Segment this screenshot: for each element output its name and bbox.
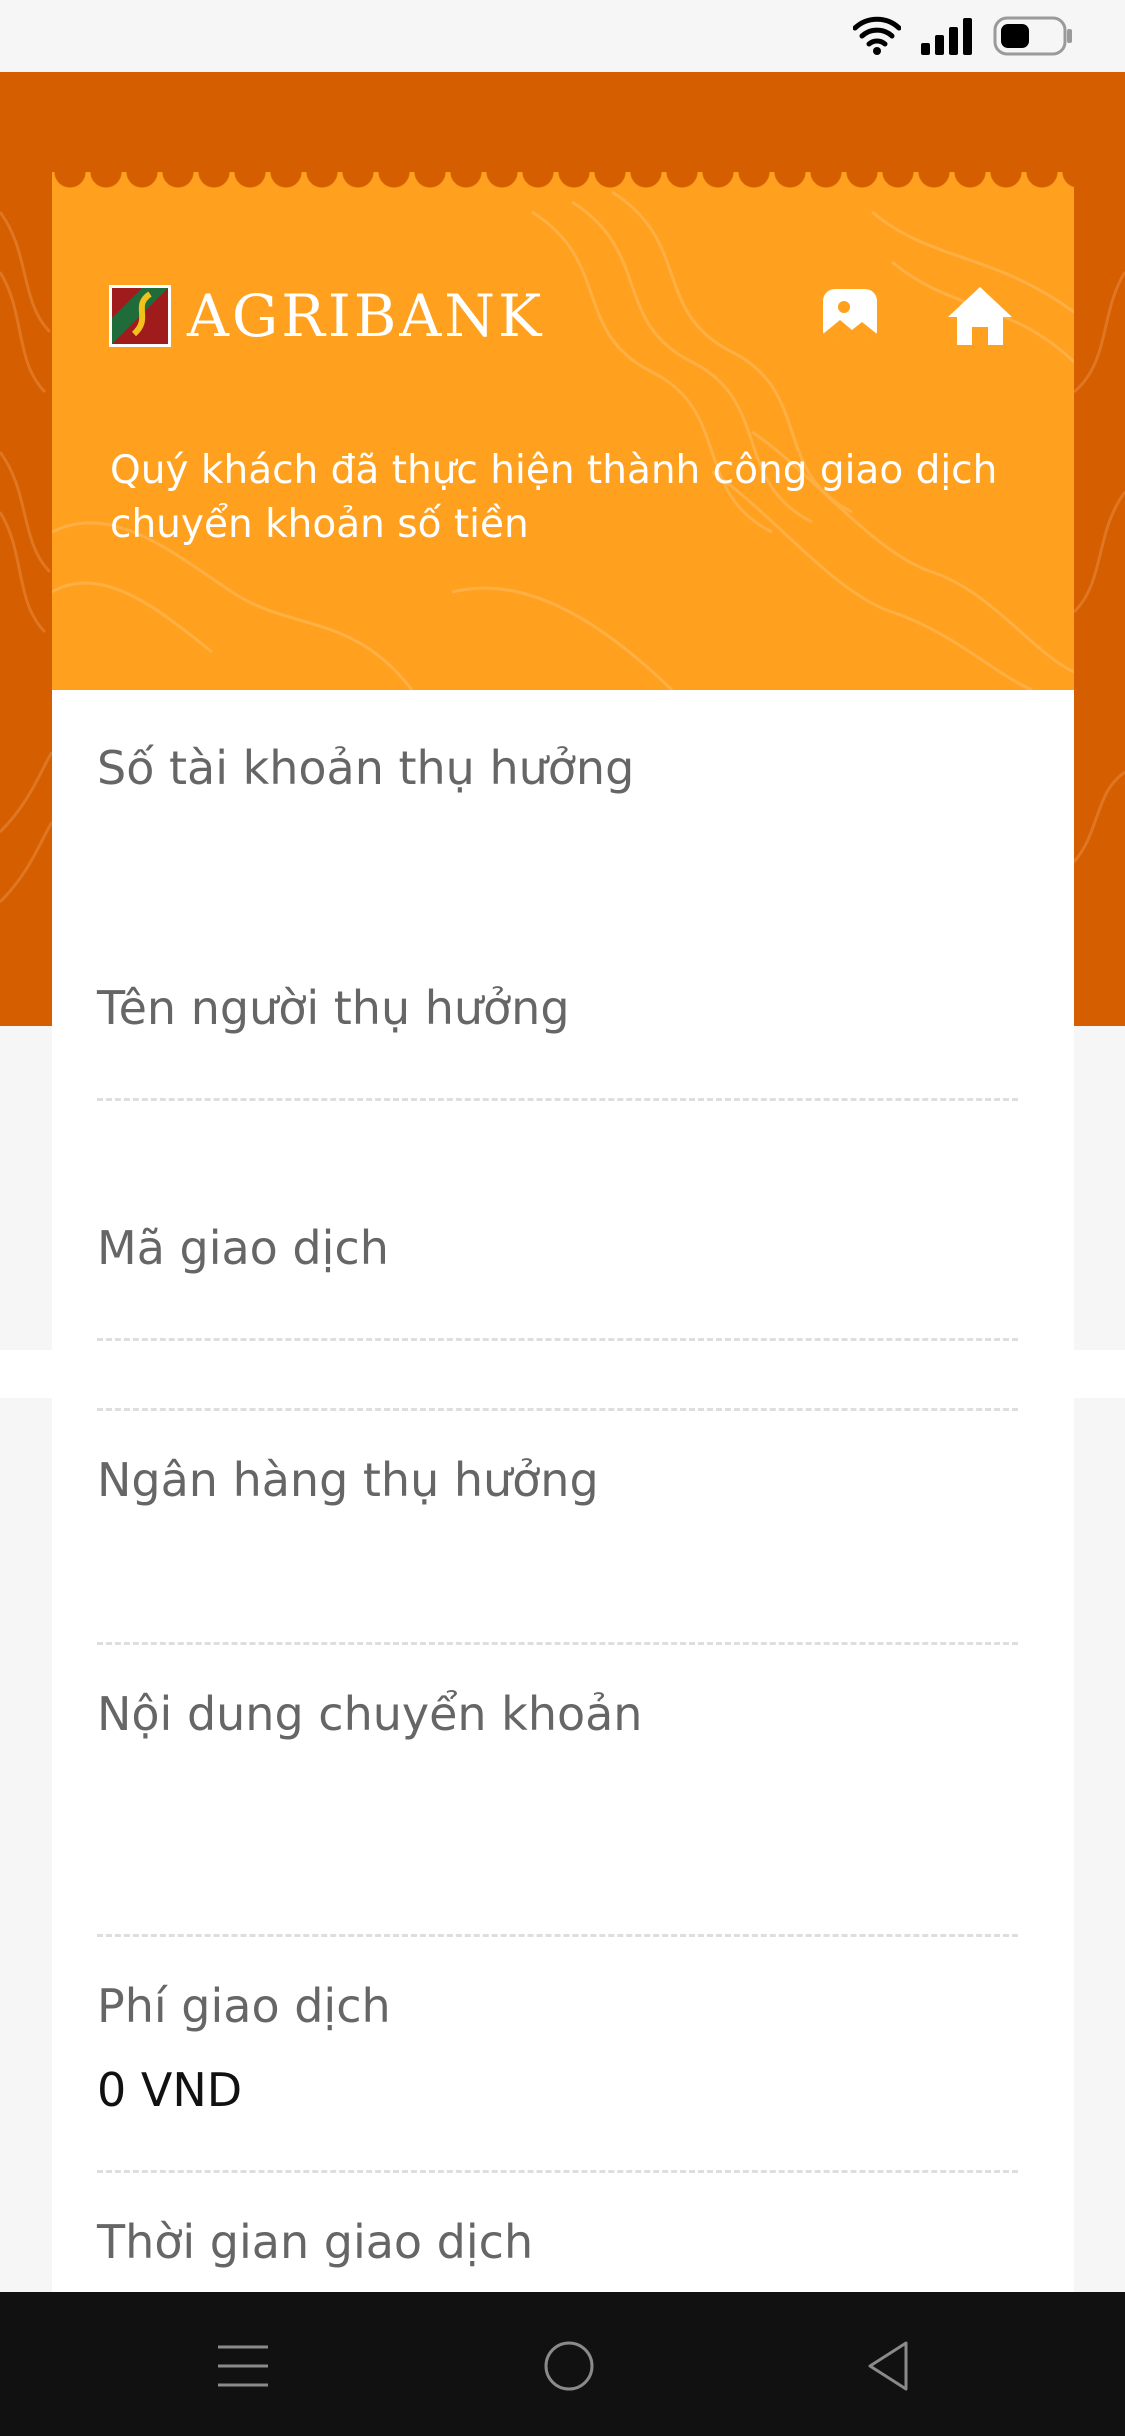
detail-transfer-content: Nội dung chuyển khoản	[97, 1684, 1018, 1766]
save-image-icon[interactable]	[820, 286, 880, 350]
detail-label: Ngân hàng thụ hưởng	[97, 1453, 599, 1507]
header-actions	[820, 285, 1014, 351]
status-icons	[852, 14, 1073, 62]
home-icon[interactable]	[946, 285, 1014, 351]
agribank-logo: AGRIBANK	[109, 285, 544, 347]
detail-value: 0 VND	[97, 2063, 243, 2117]
detail-beneficiary-name: Tên người thụ hưởng	[97, 978, 1018, 1060]
home-circle-icon[interactable]	[539, 2336, 599, 2396]
dashed-divider	[97, 1934, 1018, 1937]
detail-label: Tên người thụ hưởng	[97, 981, 570, 1035]
wifi-icon	[852, 16, 902, 60]
detail-transaction-id: Mã giao dịch	[97, 1218, 1018, 1300]
detail-label: Phí giao dịch	[97, 1979, 391, 2033]
agribank-logo-mark-icon	[109, 285, 171, 347]
dashed-divider	[97, 1408, 1018, 1411]
dashed-divider	[97, 1642, 1018, 1645]
detail-label: Số tài khoản thụ hưởng	[97, 741, 635, 795]
dashed-divider	[97, 2170, 1018, 2173]
detail-beneficiary-bank: Ngân hàng thụ hưởng	[97, 1450, 1018, 1532]
receipt-header: AGRIBANK Quý khách đã thực hiện thành cô…	[52, 172, 1074, 690]
dashed-divider	[97, 1338, 1018, 1341]
detail-label: Thời gian giao dịch	[97, 2215, 534, 2269]
system-navigation-bar	[0, 2292, 1125, 2436]
success-message: Quý khách đã thực hiện thành công giao d…	[110, 448, 998, 547]
transaction-receipt-card: AGRIBANK Quý khách đã thực hiện thành cô…	[52, 172, 1074, 2292]
receipt-scallop-edge	[52, 172, 1074, 194]
status-bar	[0, 0, 1125, 72]
menu-icon[interactable]	[213, 2336, 273, 2396]
brand-name: AGRIBANK	[187, 282, 545, 350]
receipt-details-continued: Ngân hàng thụ hưởng Nội dung chuyển khoả…	[52, 1398, 1074, 2292]
detail-transaction-time: Thời gian giao dịch	[97, 2212, 1018, 2294]
detail-transaction-fee: Phí giao dịch 0 VND	[97, 1976, 1018, 2120]
battery-icon	[993, 14, 1073, 62]
detail-label: Mã giao dịch	[97, 1221, 389, 1275]
detail-label: Nội dung chuyển khoản	[97, 1687, 643, 1741]
signal-icon	[919, 17, 975, 59]
dashed-divider	[97, 1098, 1018, 1101]
detail-beneficiary-account: Số tài khoản thụ hưởng	[97, 738, 1018, 820]
back-icon[interactable]	[859, 2336, 919, 2396]
